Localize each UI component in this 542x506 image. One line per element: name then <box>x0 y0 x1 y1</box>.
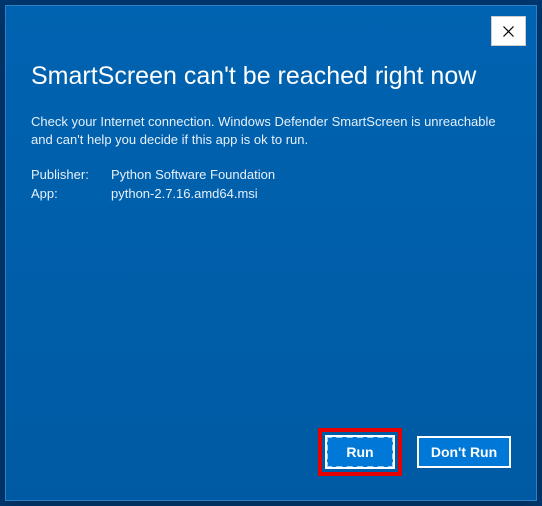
run-button[interactable]: Run <box>326 436 394 468</box>
publisher-row: Publisher: Python Software Foundation <box>31 167 511 182</box>
dialog-title: SmartScreen can't be reached right now <box>31 61 511 91</box>
smartscreen-dialog: SmartScreen can't be reached right now C… <box>5 5 537 501</box>
dialog-message: Check your Internet connection. Windows … <box>31 113 511 149</box>
app-row: App: python-2.7.16.amd64.msi <box>31 186 511 201</box>
dont-run-button[interactable]: Don't Run <box>417 436 511 468</box>
run-highlight-box: Run <box>318 428 402 476</box>
app-label: App: <box>31 186 111 201</box>
dialog-content: SmartScreen can't be reached right now C… <box>6 6 536 230</box>
dialog-details: Publisher: Python Software Foundation Ap… <box>31 167 511 201</box>
publisher-label: Publisher: <box>31 167 111 182</box>
close-icon <box>503 26 514 37</box>
publisher-value: Python Software Foundation <box>111 167 511 182</box>
button-row: Run Don't Run <box>318 428 511 476</box>
app-value: python-2.7.16.amd64.msi <box>111 186 511 201</box>
close-button[interactable] <box>491 16 526 46</box>
